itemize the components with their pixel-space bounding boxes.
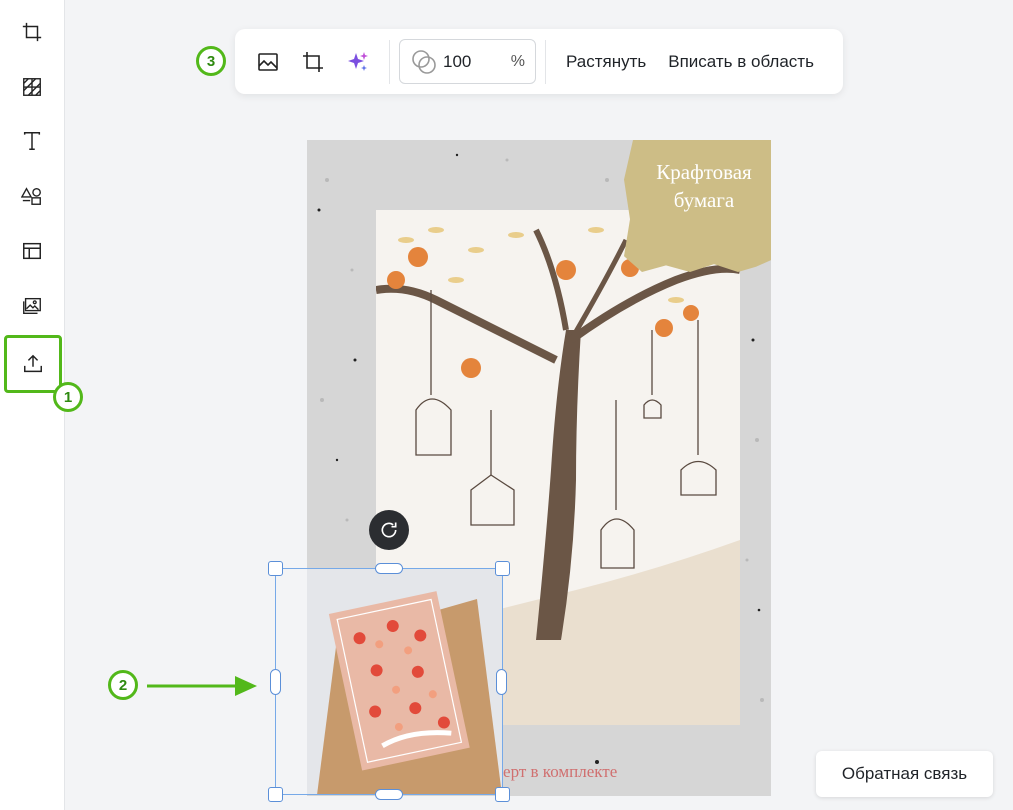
rotate-button[interactable] xyxy=(369,510,409,550)
sidebar-crop-button[interactable] xyxy=(9,9,55,55)
kraft-paper-text: Крафтовая бумага xyxy=(656,160,752,212)
opacity-input[interactable]: 100 % xyxy=(399,39,536,84)
toolbar-divider xyxy=(389,39,390,84)
replace-image-button[interactable] xyxy=(245,39,290,84)
sidebar-images-button[interactable] xyxy=(9,283,55,329)
fit-to-area-button[interactable]: Вписать в область xyxy=(657,52,825,72)
feedback-button[interactable]: Обратная связь xyxy=(816,751,993,797)
images-icon xyxy=(23,297,41,315)
crop-icon xyxy=(302,51,323,72)
toolbar-divider xyxy=(545,39,546,84)
resize-handle-bottom-right[interactable] xyxy=(495,787,510,802)
text-icon xyxy=(23,132,41,150)
crop-icon xyxy=(22,22,42,42)
sidebar-text-button[interactable] xyxy=(9,118,55,164)
resize-handle-left[interactable] xyxy=(270,669,281,695)
callout-badge-1: 1 xyxy=(53,382,83,412)
sidebar-upload-button[interactable] xyxy=(4,335,62,393)
stretch-button[interactable]: Растянуть xyxy=(555,52,657,72)
resize-handle-top-left[interactable] xyxy=(268,561,283,576)
resize-handle-right[interactable] xyxy=(496,669,507,695)
shapes-icon xyxy=(21,187,41,205)
editor-app: 1 3 100 % Растянуть Вписать в область Кр… xyxy=(0,0,1013,810)
upload-icon xyxy=(24,354,42,373)
crop-image-button[interactable] xyxy=(290,39,335,84)
sidebar-pattern-button[interactable] xyxy=(9,64,55,110)
sidebar-layout-button[interactable] xyxy=(9,228,55,274)
arrow-icon xyxy=(147,676,257,696)
opacity-unit: % xyxy=(510,52,525,70)
opacity-value: 100 xyxy=(443,51,472,71)
resize-handle-bottom[interactable] xyxy=(375,789,403,800)
layout-icon xyxy=(23,242,41,260)
sidebar-shapes-button[interactable] xyxy=(9,173,55,219)
magic-edit-button[interactable] xyxy=(335,39,380,84)
image-toolbar: 100 % Растянуть Вписать в область xyxy=(235,29,843,94)
sparkle-icon xyxy=(347,51,368,71)
resize-handle-top[interactable] xyxy=(375,563,403,574)
resize-handle-top-right[interactable] xyxy=(495,561,510,576)
opacity-icon xyxy=(412,49,436,74)
callout-badge-2: 2 xyxy=(108,670,138,700)
resize-handle-bottom-left[interactable] xyxy=(268,787,283,802)
rotate-icon xyxy=(381,522,397,538)
selection-box xyxy=(275,568,503,795)
callout-badge-3: 3 xyxy=(196,46,226,76)
image-icon xyxy=(257,52,278,71)
pattern-icon xyxy=(23,78,41,96)
